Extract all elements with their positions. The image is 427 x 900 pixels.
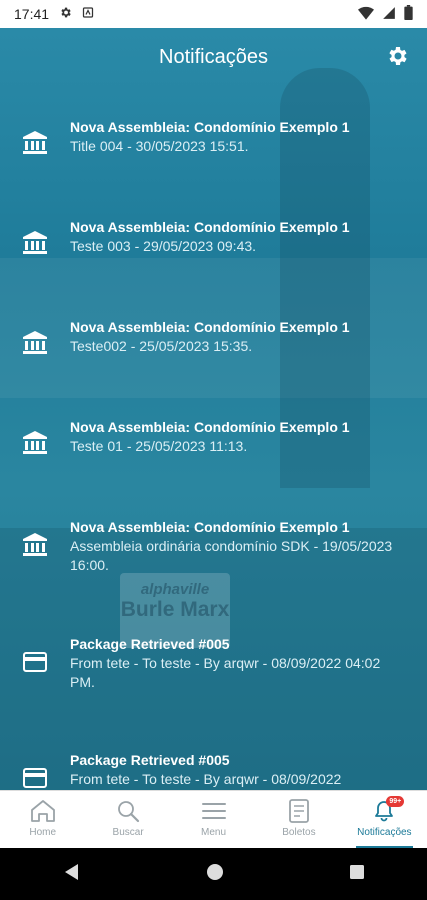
notification-title: Nova Assembleia: Condomínio Exemplo 1 — [70, 419, 350, 435]
nav-menu-label: Menu — [201, 827, 227, 838]
circle-home-icon — [206, 863, 223, 880]
bottom-navigation: Home Buscar Menu Boletos 99+ Notificaçõe… — [0, 790, 427, 848]
back-icon — [64, 863, 78, 880]
status-time: 17:41 — [14, 6, 50, 22]
nav-notificacoes[interactable]: 99+ Notificações — [342, 791, 427, 848]
recents-button[interactable] — [349, 864, 365, 885]
settings-status-icon — [59, 6, 72, 22]
shield-status-icon — [82, 6, 94, 22]
notification-count-badge: 99+ — [386, 796, 405, 807]
background-sign-line1: alphaville — [140, 581, 210, 598]
signal-icon — [382, 6, 396, 23]
notification-item[interactable]: Nova Assembleia: Condomínio Exemplo 1 Te… — [0, 417, 427, 456]
android-navigation-bar — [0, 848, 427, 900]
notification-subtitle: From tete - To teste - By arqwr - 08/09/… — [70, 655, 381, 690]
notification-item[interactable]: Package Retrieved #005 From tete - To te… — [0, 634, 427, 692]
wifi-icon — [358, 6, 374, 23]
nav-boletos-label: Boletos — [282, 827, 316, 838]
settings-button[interactable] — [385, 44, 409, 68]
card-icon — [23, 768, 47, 788]
bank-icon — [23, 331, 47, 354]
search-icon — [118, 801, 140, 823]
notification-item[interactable]: Nova Assembleia: Condomínio Exemplo 1 Te… — [0, 217, 427, 256]
notification-item[interactable]: Nova Assembleia: Condomínio Exemplo 1 Te… — [0, 317, 427, 356]
notification-item[interactable]: Nova Assembleia: Condomínio Exemplo 1 As… — [0, 517, 427, 575]
app-header: Notificações — [0, 28, 427, 86]
nav-home-label: Home — [29, 827, 57, 838]
document-icon — [289, 799, 309, 823]
nav-buscar[interactable]: Buscar — [85, 791, 170, 848]
notification-subtitle: Teste 01 - 25/05/2023 11:13. — [70, 438, 248, 454]
card-icon — [23, 652, 47, 672]
battery-icon — [404, 5, 413, 23]
nav-home[interactable]: Home — [0, 791, 85, 848]
nav-notificacoes-label: Notificações — [357, 827, 412, 838]
bank-icon — [23, 533, 47, 556]
notification-title: Nova Assembleia: Condomínio Exemplo 1 — [70, 119, 350, 135]
notification-subtitle: Teste002 - 25/05/2023 15:35. — [70, 338, 253, 354]
bank-icon — [23, 131, 47, 154]
notification-subtitle: Assembleia ordinária condomínio SDK - 19… — [70, 538, 393, 573]
bank-icon — [23, 231, 47, 254]
notification-subtitle: Title 004 - 30/05/2023 15:51. — [70, 138, 249, 154]
notification-title: Nova Assembleia: Condomínio Exemplo 1 — [70, 319, 350, 335]
screen: 17:41 alphaville Burle Marx Notificações… — [0, 0, 427, 900]
notification-title: Package Retrieved #005 — [70, 752, 230, 768]
notification-subtitle: Teste 003 - 29/05/2023 09:43. — [70, 238, 257, 254]
square-recents-icon — [349, 864, 364, 879]
notification-item[interactable]: Package Retrieved #005 From tete - To te… — [0, 750, 427, 789]
notification-item[interactable]: Nova Assembleia: Condomínio Exemplo 1 Ti… — [0, 117, 427, 156]
back-button[interactable] — [63, 863, 81, 886]
notification-title: Nova Assembleia: Condomínio Exemplo 1 — [70, 519, 350, 535]
status-bar: 17:41 — [0, 0, 427, 28]
page-title: Notificações — [159, 45, 268, 68]
notification-title: Nova Assembleia: Condomínio Exemplo 1 — [70, 219, 350, 235]
bank-icon — [23, 431, 47, 454]
gear-icon — [389, 47, 407, 65]
background-sign-line2: Burle Marx — [120, 598, 230, 621]
home-button[interactable] — [206, 863, 224, 886]
menu-icon — [201, 803, 226, 819]
home-icon — [30, 800, 55, 822]
notifications-screen: alphaville Burle Marx Notificações Nova … — [0, 28, 427, 790]
nav-menu[interactable]: Menu — [171, 791, 256, 848]
nav-boletos[interactable]: Boletos — [256, 791, 341, 848]
nav-buscar-label: Buscar — [112, 827, 144, 838]
notification-title: Package Retrieved #005 — [70, 636, 230, 652]
notification-subtitle: From tete - To teste - By arqwr - 08/09/… — [70, 771, 342, 787]
